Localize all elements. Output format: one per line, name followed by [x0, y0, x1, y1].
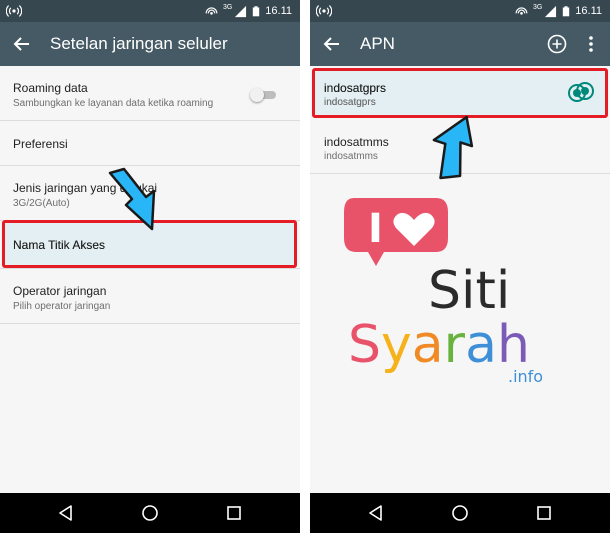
signal-icon — [235, 5, 247, 17]
app-bar: APN — [310, 22, 610, 66]
preference-item[interactable]: Preferensi — [0, 121, 300, 166]
signal-icon — [545, 5, 557, 17]
apn-name: indosatgprs — [324, 81, 387, 95]
item-title: Nama Titik Akses — [13, 238, 106, 252]
logo-graphic: I Siti Syarah .info — [344, 198, 543, 386]
hotspot-icon — [6, 5, 22, 17]
logo-text-siti: Siti — [428, 261, 510, 321]
roaming-data-item[interactable]: Roaming data Sambungkan ke layanan data … — [0, 66, 300, 121]
apn-value: indosatmms — [324, 151, 378, 162]
network-operator-item[interactable]: Operator jaringan Pilih operator jaringa… — [0, 269, 300, 324]
add-circle-icon[interactable] — [546, 33, 568, 55]
item-subtitle: Sambungkan ke layanan data ketika roamin… — [13, 98, 214, 109]
item-title: Operator jaringan — [13, 284, 107, 298]
nav-recent-icon[interactable] — [224, 503, 244, 523]
item-title: Roaming data — [13, 81, 88, 95]
logo-text-info: .info — [508, 367, 543, 386]
hotspot-icon — [316, 5, 332, 17]
logo-text-syarah: Syarah — [348, 315, 530, 375]
logo-letter-i: I — [368, 206, 383, 252]
status-bar: 3G 16.11 — [0, 0, 300, 22]
roaming-toggle[interactable] — [250, 88, 278, 102]
pointer-arrow-icon — [108, 167, 156, 231]
hotspot-status-icon — [515, 6, 528, 15]
arrow-left-icon[interactable] — [12, 34, 32, 54]
page-title: APN — [360, 34, 395, 53]
app-bar: Setelan jaringan seluler — [0, 22, 300, 66]
nav-home-icon[interactable] — [140, 503, 160, 523]
battery-icon — [563, 5, 570, 16]
network-type-label: 3G — [222, 4, 233, 11]
item-subtitle: Pilih operator jaringan — [13, 301, 111, 312]
apn-name: indosatmms — [324, 135, 389, 149]
more-vert-icon[interactable] — [580, 33, 602, 55]
battery-icon — [253, 5, 260, 16]
nav-back-icon[interactable] — [56, 503, 76, 523]
navigation-bar — [0, 493, 300, 533]
arrow-left-icon[interactable] — [322, 34, 342, 54]
navigation-bar — [310, 493, 610, 533]
apn-radio-selected[interactable] — [576, 82, 594, 100]
watermark-logo: I Siti Syarah .info — [340, 190, 570, 390]
item-subtitle: 3G/2G(Auto) — [13, 198, 70, 209]
nav-recent-icon[interactable] — [534, 503, 554, 523]
apn-value: indosatgprs — [324, 97, 376, 108]
hotspot-status-icon — [205, 6, 218, 15]
nav-home-icon[interactable] — [450, 503, 470, 523]
network-type-label: 3G — [532, 4, 543, 11]
status-bar: 3G 16.11 — [310, 0, 610, 22]
page-title: Setelan jaringan seluler — [50, 34, 228, 53]
clock: 16.11 — [265, 5, 292, 17]
item-title: Preferensi — [13, 137, 68, 151]
pointer-arrow-icon — [432, 115, 474, 180]
nav-back-icon[interactable] — [366, 503, 386, 523]
clock: 16.11 — [575, 5, 602, 17]
